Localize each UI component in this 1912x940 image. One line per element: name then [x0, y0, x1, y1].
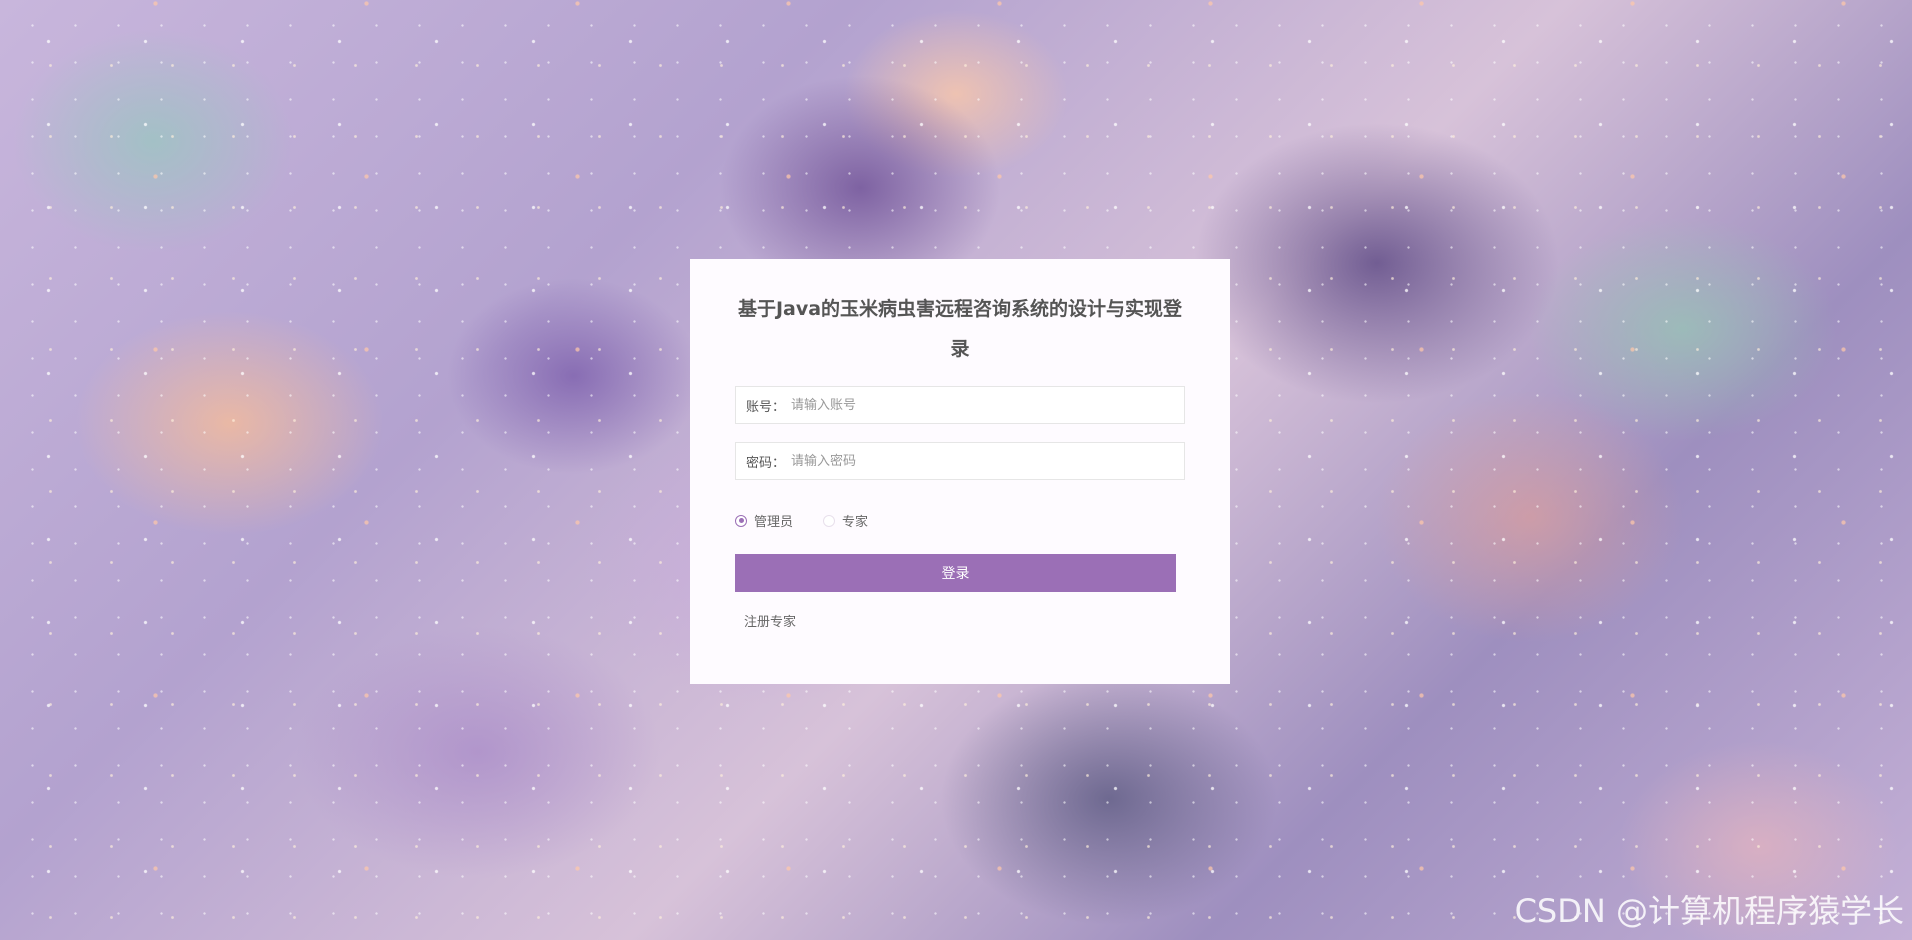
radio-checked-icon[interactable] [735, 514, 747, 527]
role-label-admin: 管理员 [754, 515, 794, 530]
radio-unchecked-icon[interactable] [823, 514, 836, 527]
password-input[interactable] [791, 443, 1184, 479]
password-label: 密码： [746, 455, 786, 471]
role-radio-group: 管理员 专家 [735, 511, 898, 530]
username-input[interactable] [791, 387, 1184, 423]
role-label-expert: 专家 [842, 515, 869, 530]
password-field: 密码： [735, 442, 1185, 480]
role-option-expert[interactable]: 专家 [823, 511, 868, 530]
login-title: 基于Java的玉米病虫害远程咨询系统的设计与实现登录 [737, 298, 1183, 360]
register-expert-link[interactable]: 注册专家 [744, 611, 796, 630]
username-label: 账号： [746, 399, 786, 415]
csdn-watermark: CSDN @计算机程序猿学长 [1514, 892, 1904, 930]
username-field: 账号： [735, 386, 1185, 424]
role-option-admin[interactable]: 管理员 [735, 511, 793, 530]
login-card: 基于Java的玉米病虫害远程咨询系统的设计与实现登录 账号： 密码： 管理员 专… [690, 259, 1230, 684]
login-button[interactable]: 登录 [735, 554, 1176, 592]
